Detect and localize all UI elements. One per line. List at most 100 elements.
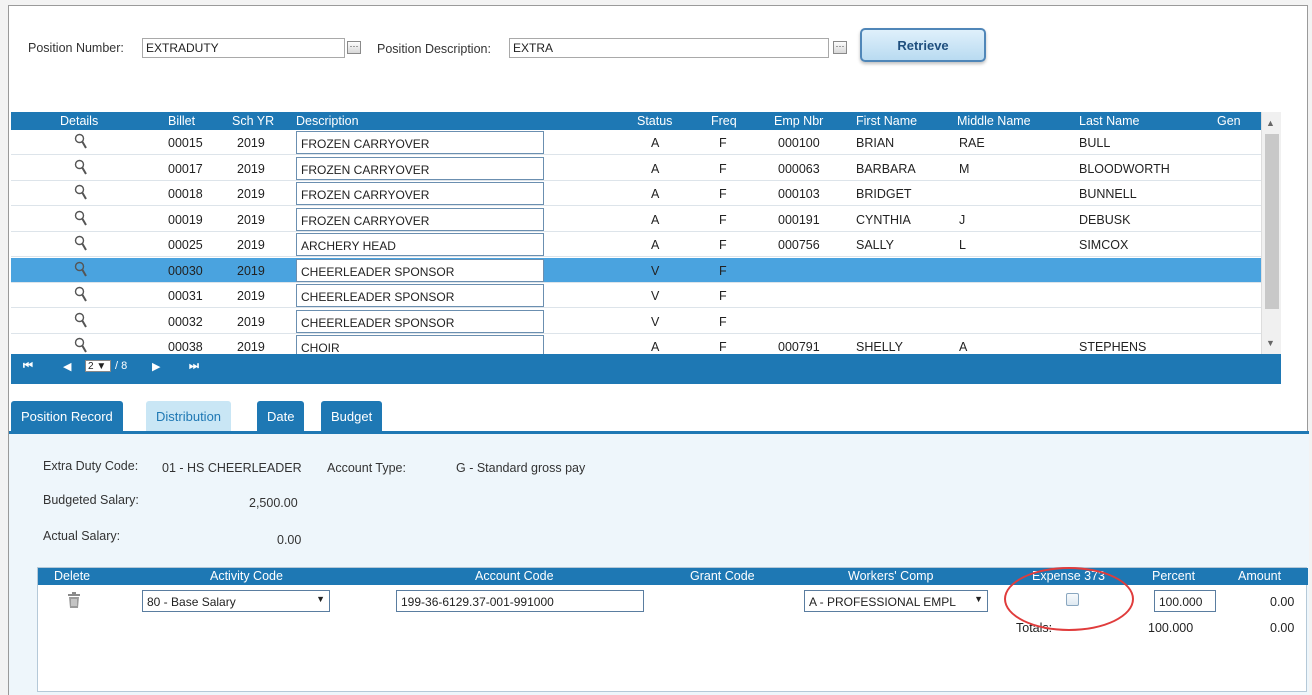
tab-budget[interactable]: Budget xyxy=(321,401,383,431)
page-select[interactable]: 2 ▼ xyxy=(85,360,111,372)
table-row[interactable]: 00017 2019 A F 000063 BARBARA M BLOODWORTH FROZE… xyxy=(11,156,1261,181)
magnifier-icon[interactable] xyxy=(74,210,90,228)
table-row[interactable]: 00032 2019 V F CHEERLEADER SPONSOR xyxy=(11,309,1261,334)
col-delete: Delete xyxy=(54,569,91,583)
cell-billet: 00031 xyxy=(168,289,203,303)
cell-last-name: SIMCOX xyxy=(1079,238,1129,252)
cell-billet: 00025 xyxy=(168,238,203,252)
cell-billet: 00019 xyxy=(168,212,203,227)
magnifier-icon[interactable] xyxy=(74,286,90,304)
last-page-icon[interactable]: ⏭ xyxy=(189,360,199,373)
cell-description[interactable]: FROZEN CARRYOVER xyxy=(296,182,544,205)
cell-emp-nbr: 000063 xyxy=(778,161,820,176)
position-number-input[interactable] xyxy=(142,38,345,58)
col-middle-name[interactable]: Middle Name xyxy=(957,114,1031,128)
cell-middle-name: RAE xyxy=(959,136,985,150)
cell-freq: F xyxy=(719,314,727,329)
workers-comp-select[interactable]: A - PROFESSIONAL EMPL ▼ xyxy=(804,590,988,612)
position-description-input[interactable] xyxy=(509,38,829,58)
cell-sch-yr: 2019 xyxy=(237,212,265,227)
grid-pager: ⏮ ◀ 2 ▼ / 8 ▶ ⏭ xyxy=(11,354,1281,384)
col-description[interactable]: Description xyxy=(296,114,359,128)
dropdown-arrow-icon: ▼ xyxy=(974,594,983,604)
table-row[interactable]: 00019 2019 A F 000191 CYNTHIA J DEBUSK FROZEN CA… xyxy=(11,207,1261,232)
cell-status: V xyxy=(651,314,660,329)
cell-status: V xyxy=(651,263,660,278)
trash-icon[interactable] xyxy=(67,592,81,608)
prev-page-icon[interactable]: ◀ xyxy=(63,360,71,373)
cell-last-name: BUNNELL xyxy=(1079,187,1137,201)
cell-middle-name: J xyxy=(959,212,966,227)
table-row[interactable]: 00025 2019 A F 000756 SALLY L SIMCOX ARCHERY HEA… xyxy=(11,232,1261,257)
table-row[interactable]: 00018 2019 A F 000103 BRIDGET BUNNELL FROZEN CA… xyxy=(11,181,1261,206)
app-window: Position Number: ··· Position Descriptio… xyxy=(8,5,1309,695)
magnifier-icon[interactable] xyxy=(74,312,90,330)
scroll-up-icon[interactable]: ▲ xyxy=(1266,118,1275,128)
actual-salary-value: 0.00 xyxy=(277,533,302,547)
cell-freq: F xyxy=(719,212,727,227)
col-grant-code: Grant Code xyxy=(690,569,755,583)
tab-date[interactable]: Date xyxy=(257,401,305,431)
col-last-name[interactable]: Last Name xyxy=(1079,114,1139,128)
cell-description[interactable]: FROZEN CARRYOVER xyxy=(296,131,544,154)
col-freq[interactable]: Freq xyxy=(711,114,737,128)
retrieve-button[interactable]: Retrieve xyxy=(860,28,986,62)
trash-icon-svg xyxy=(68,592,80,608)
activity-code-select[interactable]: 80 - Base Salary ▼ xyxy=(142,590,330,612)
cell-status: A xyxy=(651,187,660,201)
magnifier-icon[interactable] xyxy=(74,235,90,253)
magnifier-icon[interactable] xyxy=(74,261,90,279)
tab-position-record[interactable]: Position Record xyxy=(11,401,123,431)
position-description-lookup-button[interactable]: ··· xyxy=(833,41,847,54)
cell-sch-yr: 2019 xyxy=(237,136,265,150)
cell-emp-nbr: 000791 xyxy=(778,340,820,354)
next-page-icon[interactable]: ▶ xyxy=(152,360,160,373)
grid-vertical-scrollbar[interactable]: ▲ ▼ xyxy=(1261,112,1281,354)
cell-freq: F xyxy=(719,187,727,201)
col-emp-nbr[interactable]: Emp Nbr xyxy=(774,114,823,128)
col-billet[interactable]: Billet xyxy=(168,114,195,128)
col-workers-comp: Workers' Comp xyxy=(848,569,934,583)
page-select-value: 2 xyxy=(88,361,94,372)
first-page-icon[interactable]: ⏮ xyxy=(23,360,33,373)
cell-description[interactable]: CHEERLEADER SPONSOR xyxy=(296,284,544,307)
cell-description[interactable]: FROZEN CARRYOVER xyxy=(296,207,544,231)
col-details[interactable]: Details xyxy=(60,114,98,128)
magnifier-icon[interactable] xyxy=(74,133,90,151)
cell-sch-yr: 2019 xyxy=(237,263,265,278)
cell-description[interactable]: CHEERLEADER SPONSOR xyxy=(296,309,544,333)
positions-grid-body: 00015 2019 A F 000100 BRIAN RAE BULL FROZEN CARR… xyxy=(11,130,1261,354)
cell-first-name: SALLY xyxy=(856,238,894,252)
cell-description[interactable]: CHOIR xyxy=(296,335,544,354)
cell-description[interactable]: CHEERLEADER SPONSOR xyxy=(296,258,544,282)
account-code-input[interactable]: 199-36-6129.37-001-991000 xyxy=(396,590,644,612)
table-row[interactable]: 00031 2019 V F CHEERLEADER SPONSOR xyxy=(11,283,1261,308)
cell-description[interactable]: ARCHERY HEAD xyxy=(296,233,544,256)
position-number-label: Position Number: xyxy=(28,41,124,55)
table-row[interactable]: 00030 2019 V F CHEERLEADER SPONSOR xyxy=(11,257,1261,283)
cell-billet: 00015 xyxy=(168,136,203,150)
cell-emp-nbr: 000191 xyxy=(778,212,820,227)
col-gen[interactable]: Gen xyxy=(1217,114,1241,128)
col-sch-yr[interactable]: Sch YR xyxy=(232,114,274,128)
cell-status: V xyxy=(651,289,660,303)
cell-description[interactable]: FROZEN CARRYOVER xyxy=(296,156,544,180)
cell-sch-yr: 2019 xyxy=(237,314,265,329)
percent-input[interactable]: 100.000 xyxy=(1154,590,1216,612)
col-status[interactable]: Status xyxy=(637,114,672,128)
cell-middle-name: L xyxy=(959,238,966,252)
cell-sch-yr: 2019 xyxy=(237,187,265,201)
table-row[interactable]: 00015 2019 A F 000100 BRIAN RAE BULL FROZEN CARR… xyxy=(11,130,1261,155)
magnifier-icon[interactable] xyxy=(74,159,90,177)
position-number-lookup-button[interactable]: ··· xyxy=(347,41,361,54)
cell-first-name: BRIAN xyxy=(856,136,895,150)
magnifier-icon[interactable] xyxy=(74,184,90,202)
scroll-thumb[interactable] xyxy=(1265,134,1279,309)
tab-distribution[interactable]: Distribution xyxy=(146,401,232,431)
cell-emp-nbr: 000103 xyxy=(778,187,820,201)
col-first-name[interactable]: First Name xyxy=(856,114,917,128)
table-row[interactable]: 00038 2019 A F 000791 SHELLY A STEPHENS CHOIR xyxy=(11,334,1261,354)
cell-first-name: CYNTHIA xyxy=(856,212,911,227)
magnifier-icon[interactable] xyxy=(74,337,90,354)
scroll-down-icon[interactable]: ▼ xyxy=(1266,338,1275,348)
